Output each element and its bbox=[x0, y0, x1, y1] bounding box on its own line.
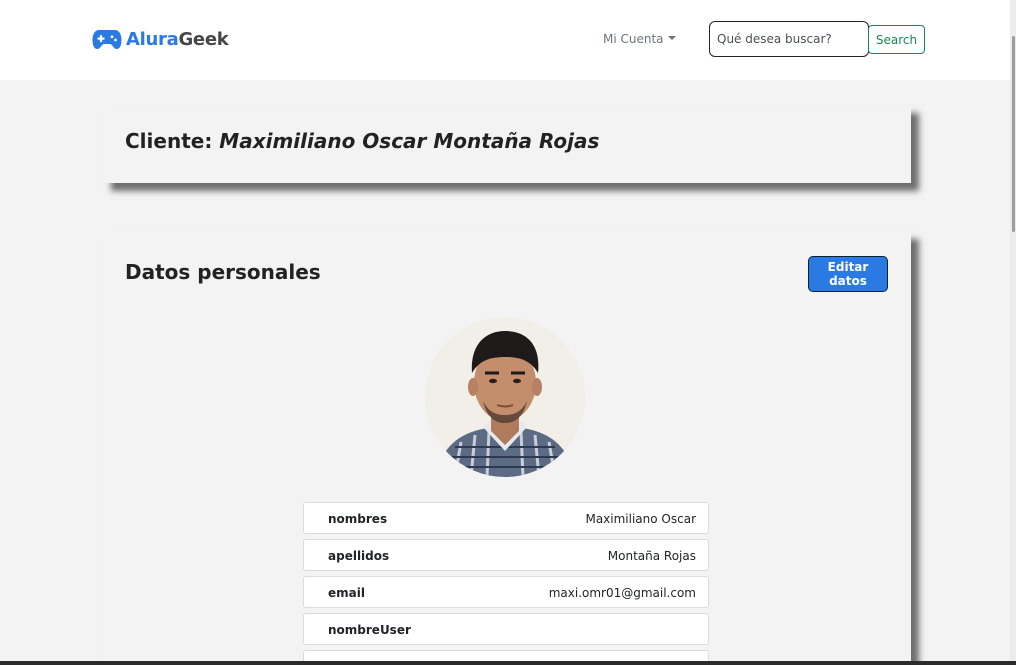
field-label: nombreUser bbox=[328, 623, 411, 637]
client-name: Maximiliano Oscar Montaña Rojas bbox=[219, 129, 600, 153]
profile-photo bbox=[425, 317, 585, 477]
caret-down-icon bbox=[667, 36, 676, 40]
field-label: email bbox=[328, 586, 365, 600]
my-account-label: Mi Cuenta bbox=[603, 32, 664, 46]
gamepad-icon bbox=[92, 30, 122, 49]
search-button[interactable]: Search bbox=[868, 25, 925, 54]
info-row-email: email maxi.omr01@gmail.com bbox=[303, 576, 709, 608]
navbar: AluraGeek Mi Cuenta Search bbox=[0, 0, 1016, 80]
field-label: apellidos bbox=[328, 549, 390, 563]
personal-data-title: Datos personales bbox=[125, 260, 321, 284]
brand-logo[interactable]: AluraGeek bbox=[92, 27, 229, 51]
client-prefix: Cliente: bbox=[125, 129, 213, 153]
brand-name-part2: Geek bbox=[178, 28, 229, 50]
info-row-apellidos: apellidos Montaña Rojas bbox=[303, 539, 709, 571]
avatar bbox=[425, 317, 585, 477]
info-row-nombres: nombres Maximiliano Oscar bbox=[303, 502, 709, 534]
my-account-dropdown[interactable]: Mi Cuenta bbox=[603, 32, 676, 46]
search-input[interactable] bbox=[709, 21, 869, 57]
brand-name: AluraGeek bbox=[126, 28, 229, 50]
field-label: nombres bbox=[328, 512, 388, 526]
field-value: Maximiliano Oscar bbox=[585, 512, 696, 526]
scrollbar-thumb[interactable] bbox=[1012, 36, 1015, 232]
edit-data-button[interactable]: Editar datos bbox=[808, 256, 888, 292]
info-row-nombreuser: nombreUser bbox=[303, 613, 709, 645]
client-heading: Cliente: Maximiliano Oscar Montaña Rojas bbox=[125, 129, 599, 153]
brand-name-part1: Alura bbox=[126, 28, 179, 50]
personal-data-card: Datos personales Editar datos nombres Ma… bbox=[103, 231, 911, 665]
window-bottom-edge bbox=[0, 661, 1016, 665]
field-value: Montaña Rojas bbox=[607, 549, 696, 563]
client-card: Cliente: Maximiliano Oscar Montaña Rojas bbox=[103, 105, 911, 183]
field-value: maxi.omr01@gmail.com bbox=[548, 586, 696, 600]
